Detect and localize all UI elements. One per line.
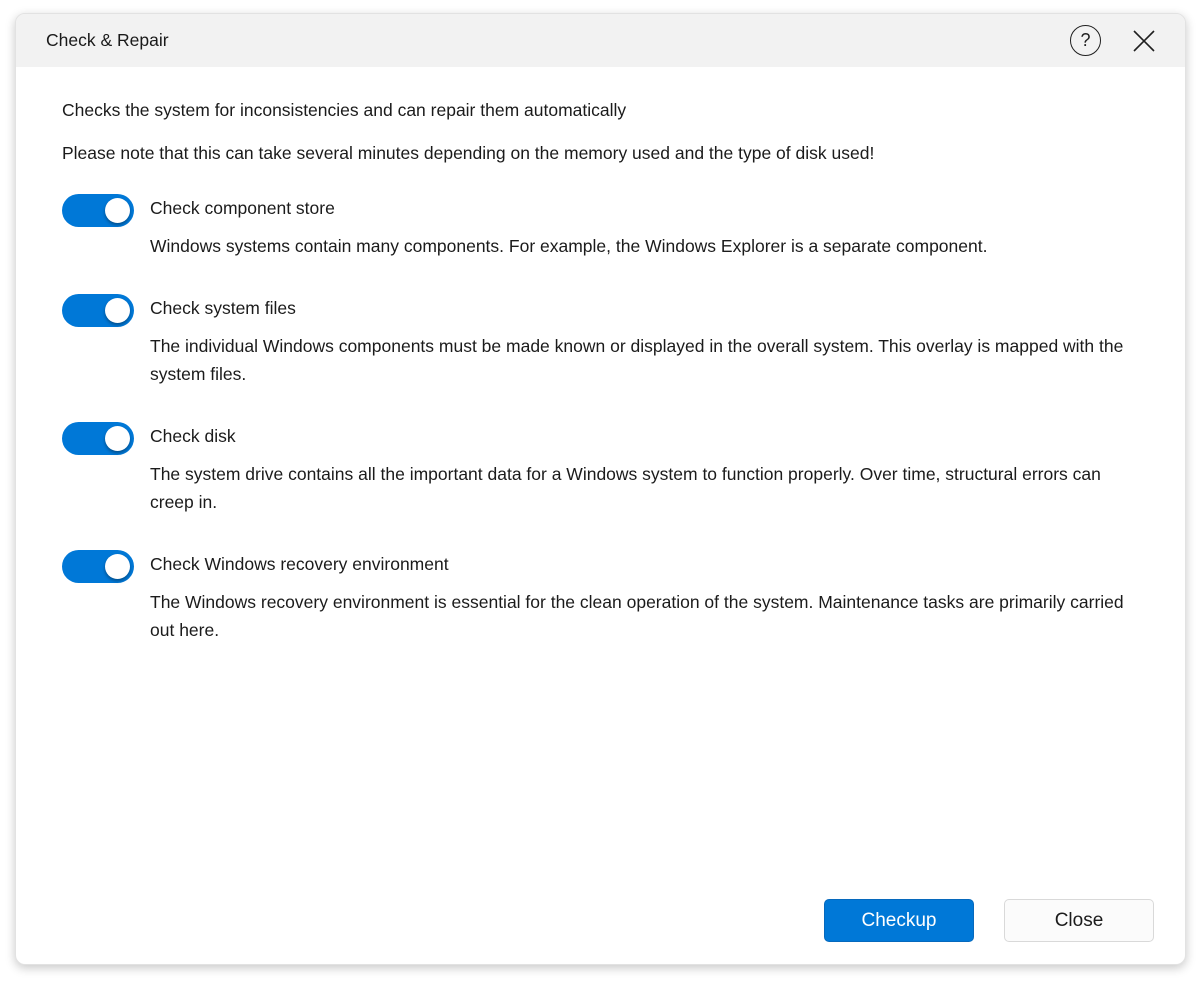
option-label: Check disk xyxy=(150,424,1145,448)
toggle-check-recovery-environment[interactable] xyxy=(62,550,134,583)
toggle-check-disk[interactable] xyxy=(62,422,134,455)
titlebar: Check & Repair ? xyxy=(16,14,1185,67)
close-window-button[interactable] xyxy=(1131,28,1157,54)
toggle-knob xyxy=(105,554,130,579)
toggle-knob xyxy=(105,426,130,451)
option-text: Check Windows recovery environment The W… xyxy=(150,548,1145,644)
checkup-button[interactable]: Checkup xyxy=(824,899,974,942)
option-row-system-files: Check system files The individual Window… xyxy=(62,292,1145,388)
intro-text: Checks the system for inconsistencies an… xyxy=(62,97,1145,166)
option-description: The individual Windows components must b… xyxy=(150,332,1145,388)
option-description: Windows systems contain many components.… xyxy=(150,232,1145,260)
intro-line-2: Please note that this can take several m… xyxy=(62,140,1145,166)
footer-buttons: Checkup Close xyxy=(824,899,1154,942)
option-description: The Windows recovery environment is esse… xyxy=(150,588,1145,644)
option-row-component-store: Check component store Windows systems co… xyxy=(62,192,1145,260)
option-label: Check system files xyxy=(150,296,1145,320)
option-label: Check Windows recovery environment xyxy=(150,552,1145,576)
option-row-recovery-environment: Check Windows recovery environment The W… xyxy=(62,548,1145,644)
option-text: Check system files The individual Window… xyxy=(150,292,1145,388)
toggle-check-system-files[interactable] xyxy=(62,294,134,327)
window-title: Check & Repair xyxy=(46,30,169,51)
option-description: The system drive contains all the import… xyxy=(150,460,1145,516)
option-label: Check component store xyxy=(150,196,1145,220)
question-mark-icon: ? xyxy=(1080,30,1090,51)
intro-line-1: Checks the system for inconsistencies an… xyxy=(62,97,1145,123)
toggle-knob xyxy=(105,198,130,223)
dialog-content: Checks the system for inconsistencies an… xyxy=(16,67,1185,644)
close-icon xyxy=(1132,29,1156,53)
toggle-knob xyxy=(105,298,130,323)
toggle-check-component-store[interactable] xyxy=(62,194,134,227)
option-text: Check component store Windows systems co… xyxy=(150,192,1145,260)
close-button[interactable]: Close xyxy=(1004,899,1154,942)
option-text: Check disk The system drive contains all… xyxy=(150,420,1145,516)
option-row-disk: Check disk The system drive contains all… xyxy=(62,420,1145,516)
help-button[interactable]: ? xyxy=(1070,25,1101,56)
check-and-repair-dialog: Check & Repair ? Checks the system for i… xyxy=(15,13,1186,965)
